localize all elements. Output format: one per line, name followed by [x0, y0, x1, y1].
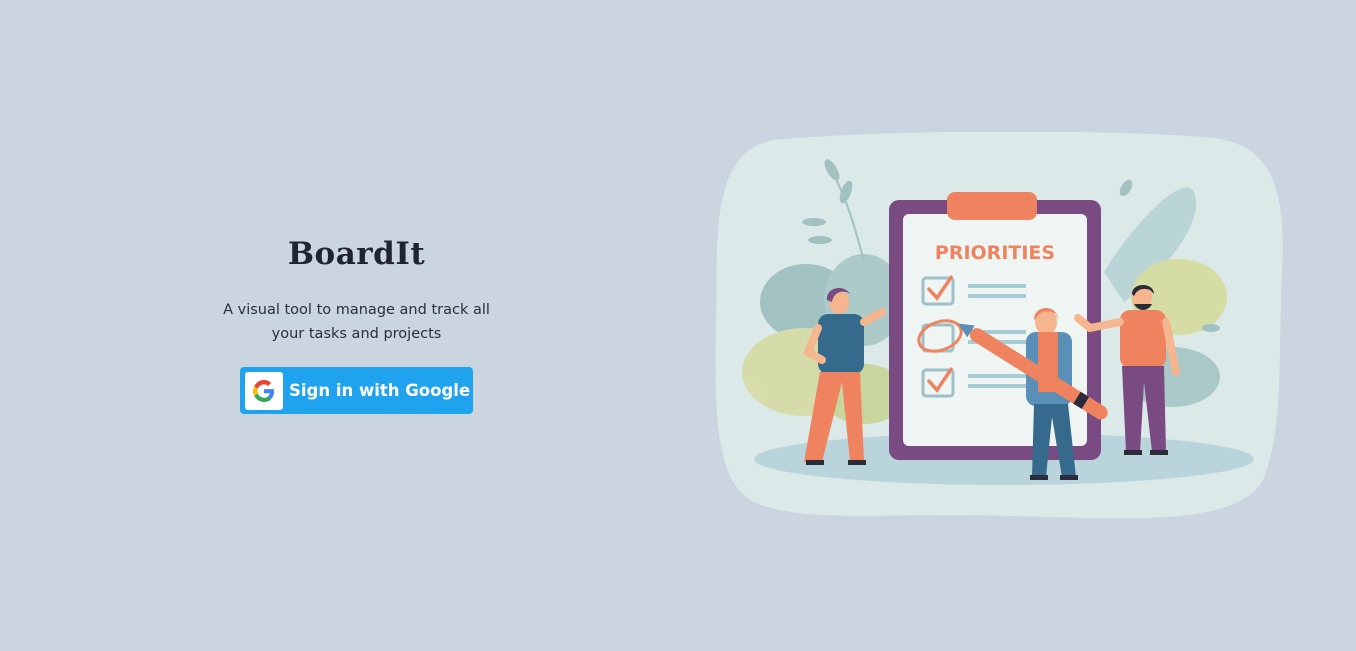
priorities-heading: PRIORITIES: [935, 242, 1055, 264]
app-tagline: A visual tool to manage and track all yo…: [223, 302, 490, 342]
priorities-illustration: PRIORITIES: [714, 131, 1284, 520]
auth-panel: BoardIt A visual tool to manage and trac…: [200, 236, 513, 414]
google-sign-in-button[interactable]: Sign in with Google: [240, 367, 473, 414]
google-g-icon: [245, 371, 283, 410]
app-title: BoardIt: [287, 236, 426, 272]
google-sign-in-label: Sign in with Google: [289, 381, 471, 400]
